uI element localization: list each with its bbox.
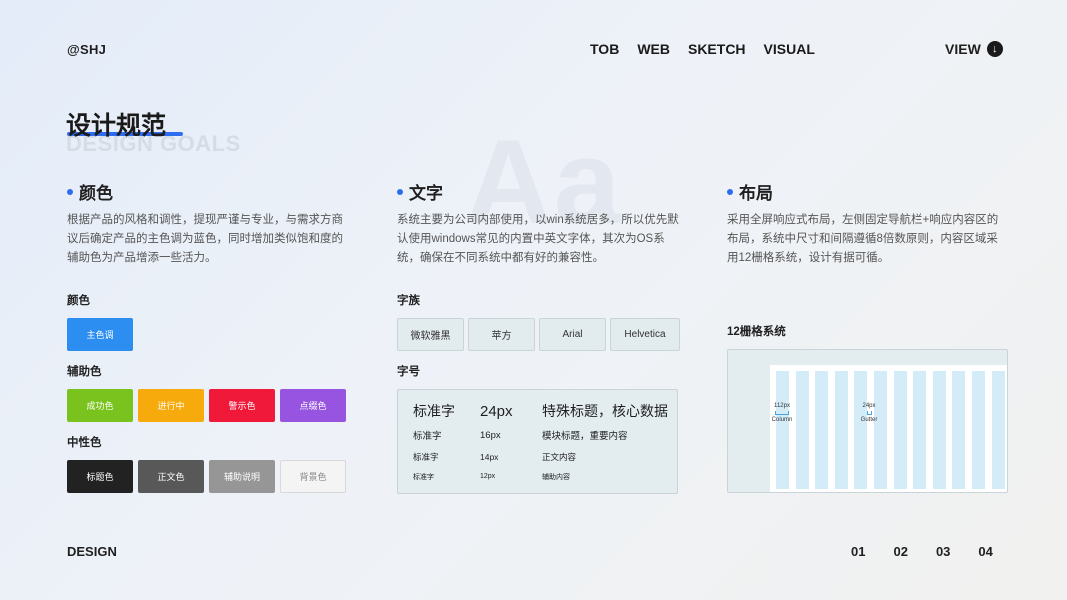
grid-column (854, 371, 868, 489)
size-name: 标准字 (413, 473, 434, 481)
text-heading: 文字 (397, 179, 443, 204)
bullet-dot-icon (397, 188, 403, 195)
page-03[interactable]: 03 (936, 544, 950, 559)
font-chip-pingfang: 苹方 (468, 318, 535, 351)
swatch-primary[interactable]: 主色调 (67, 318, 133, 351)
size-name: 标准字 (413, 452, 439, 462)
colors-heading-text: 颜色 (79, 184, 113, 203)
layout-description: 采用全屏响应式布局，左侧固定导航栏+响应内容区的布局，系统中尺寸和间隔遵循8倍数… (727, 214, 999, 264)
brand-logo: @SHJ (67, 42, 107, 57)
page-pagination: 01 02 03 04 (851, 544, 993, 559)
font-size-table: 标准字 24px 特殊标题，核心数据 标准字 16px 模块标题，重要内容 标准… (397, 389, 678, 494)
swatch-success[interactable]: 成功色 (67, 389, 133, 422)
grid-diagram: 112px Column 24px Gutter (727, 349, 1008, 493)
primary-swatches: 主色调 (67, 318, 133, 351)
page-04[interactable]: 04 (978, 544, 992, 559)
font-size-row: 标准字 16px 模块标题，重要内容 (398, 428, 677, 443)
layout-heading-text: 布局 (739, 184, 773, 203)
colors-heading: 颜色 (67, 179, 113, 204)
size-use: 模块标题，重要内容 (542, 431, 628, 442)
footer-label: DESIGN (67, 544, 117, 559)
size-px: 24px (480, 402, 513, 420)
font-family-label: 字族 (397, 295, 420, 307)
grid-column (776, 371, 789, 489)
grid-column (874, 371, 887, 489)
bullet-dot-icon (727, 188, 733, 195)
primary-color-label: 颜色 (67, 295, 90, 307)
font-size-row: 标准字 24px 特殊标题，核心数据 (398, 401, 677, 421)
text-heading-text: 文字 (409, 184, 443, 203)
aux-swatches: 成功色 进行中 警示色 点缀色 (67, 389, 346, 422)
grid-column (991, 371, 1005, 489)
size-use: 正文内容 (542, 452, 577, 462)
font-chip-yahei: 微软雅黑 (397, 318, 464, 351)
grid-system-label: 12栅格系统 (727, 326, 786, 338)
layout-heading: 布局 (727, 179, 773, 204)
size-name: 标准字 (413, 431, 442, 442)
swatch-caption-color[interactable]: 辅助说明 (209, 460, 275, 493)
size-use: 辅助内容 (542, 473, 570, 481)
nav-item-visual[interactable]: VISUAL (764, 41, 815, 57)
font-size-row: 标准字 14px 正文内容 (398, 451, 677, 463)
page-title: 设计规范 (66, 112, 167, 140)
size-px: 14px (480, 452, 499, 462)
page-01[interactable]: 01 (851, 544, 865, 559)
swatch-body-color[interactable]: 正文色 (138, 460, 204, 493)
grid-column (795, 371, 809, 489)
grid-column (893, 371, 907, 489)
top-nav: TOB WEB SKETCH VISUAL (590, 41, 815, 57)
grid-column (932, 371, 946, 489)
font-size-row: 标准字 12px 辅助内容 (398, 471, 677, 482)
nav-item-sketch[interactable]: SKETCH (688, 41, 746, 57)
grid-column (913, 371, 927, 489)
neutral-swatches: 标题色 正文色 辅助说明 背景色 (67, 460, 346, 493)
font-chip-helvetica: Helvetica (610, 318, 680, 351)
view-button[interactable]: VIEW ↓ (945, 41, 1003, 57)
size-name: 标准字 (413, 403, 455, 419)
colors-description: 根据产品的风格和调性，提现严谨与专业，与需求方商议后确定产品的主色调为蓝色，同时… (67, 214, 343, 264)
size-use: 特殊标题，核心数据 (542, 403, 668, 419)
column-marker: 112px Column (771, 402, 793, 424)
column-size: 112px (774, 403, 790, 409)
swatch-background-color[interactable]: 背景色 (280, 460, 346, 493)
swatch-accent[interactable]: 点缀色 (280, 389, 346, 422)
neutral-color-label: 中性色 (67, 437, 102, 449)
grid-column (834, 371, 848, 489)
swatch-title-color[interactable]: 标题色 (67, 460, 133, 493)
swatch-in-progress[interactable]: 进行中 (138, 389, 204, 422)
size-px: 12px (480, 473, 496, 480)
gutter-bracket (866, 411, 872, 415)
column-bracket (775, 411, 789, 415)
gutter-marker: 24px Gutter (858, 402, 880, 424)
grid-column (815, 371, 829, 489)
bullet-dot-icon (67, 188, 73, 195)
arrow-down-icon: ↓ (986, 41, 1003, 57)
grid-content-area (770, 365, 1007, 492)
text-description: 系统主要为公司内部使用，以win系统居多，所以优先默认使用windows常见的内… (397, 214, 679, 264)
gutter-size: 24px (862, 403, 876, 409)
page-02[interactable]: 02 (893, 544, 907, 559)
size-px: 16px (480, 429, 501, 441)
aux-color-label: 辅助色 (67, 366, 102, 378)
nav-item-web[interactable]: WEB (637, 41, 670, 57)
grid-column (952, 371, 966, 489)
gutter-name: Gutter (860, 417, 878, 423)
swatch-warning[interactable]: 警示色 (209, 389, 275, 422)
grid-column (972, 371, 985, 489)
view-label: VIEW (945, 41, 981, 57)
nav-item-tob[interactable]: TOB (590, 41, 619, 57)
font-family-list: 微软雅黑 苹方 Arial Helvetica (397, 318, 680, 351)
column-name: Column (771, 417, 793, 423)
font-chip-arial: Arial (539, 318, 606, 351)
font-size-label: 字号 (397, 366, 420, 378)
